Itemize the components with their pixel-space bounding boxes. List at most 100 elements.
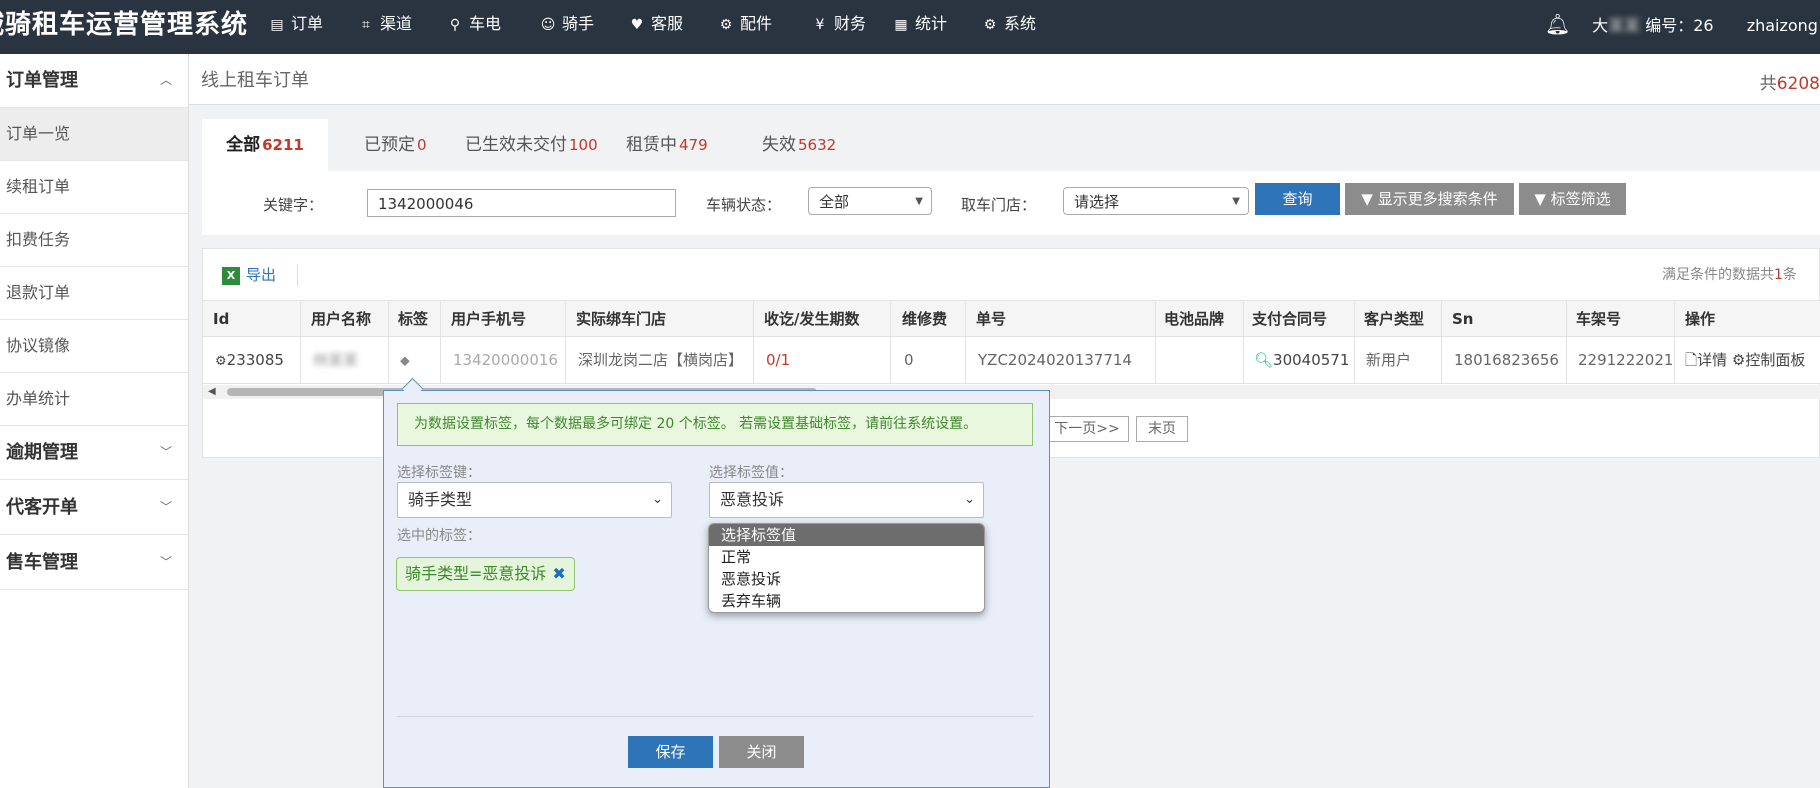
sidebar-group-overdue[interactable]: 逾期管理 ﹀ [0,426,188,480]
tab-all[interactable]: 全部 6211 [202,119,328,171]
keyword-input[interactable]: 1342000046 [367,189,676,217]
export-button[interactable]: X 导出 [222,263,276,287]
nav-statistics[interactable]: ▦ 统计 [892,0,947,50]
page-title: 线上租车订单 [201,70,309,91]
nav-finance[interactable]: ¥ 财务 [811,0,866,50]
chevron-down-icon: ﹀ [159,555,172,569]
caret-down-icon: ▼ [915,196,923,207]
more-search-button[interactable]: ▼ 显示更多搜索条件 [1345,183,1514,215]
cell-actions: 🗋︎详情 ⚙控制面板 [1685,338,1820,383]
tag-key-select[interactable]: 骑手类型 ⌄ [397,482,672,518]
gear-icon: ⚙ [983,17,997,33]
col-divider [890,300,891,384]
sidebar-group-orders[interactable]: 订单管理 ︿ [0,54,188,108]
cogs-icon: ⚙ [215,354,227,369]
tag-value-dropdown: 选择标签值 正常 恶意投诉 丢弃车辆 [708,523,985,613]
nav-parts[interactable]: ⚙ 配件 [717,0,772,50]
dropdown-option[interactable]: 丢弃车辆 [709,590,984,612]
cell-contract-no[interactable]: 🔍︎30040571 [1254,338,1349,383]
col-header-customer-type[interactable]: 客户类型 [1364,301,1424,337]
col-header-sn[interactable]: Sn [1452,301,1473,337]
dropdown-option[interactable]: 选择标签值 [709,524,984,546]
chevron-down-icon: ⌄ [652,492,663,507]
user-id-label: 编号：26 [1645,16,1714,35]
yen-icon: ¥ [815,17,825,33]
search-icon: 🔍︎ [1254,351,1274,369]
excel-icon: X [222,266,240,285]
query-button[interactable]: 查询 [1255,183,1340,215]
bell-icon[interactable]: 🔔︎ [1545,0,1570,48]
save-button[interactable]: 保存 [628,736,713,768]
sidebar-item-order-list[interactable]: 订单一览 [0,108,188,161]
col-header-repair-fee[interactable]: 维修费 [902,301,947,337]
sidebar-item-refund-orders[interactable]: 退款订单 [0,267,188,320]
dropdown-option[interactable]: 恶意投诉 [709,568,984,590]
vehicle-status-select[interactable]: 全部 ▼ [808,187,932,215]
sidebar-item-order-stats[interactable]: 办单统计 [0,373,188,426]
tab-renting[interactable]: 租赁中 479 [626,119,708,171]
col-divider [1441,300,1442,384]
col-header-battery-brand[interactable]: 电池品牌 [1164,301,1224,337]
detail-link[interactable]: 🗋︎详情 [1685,351,1727,369]
nav-vehicles[interactable]: ⚲ 车电 [446,0,501,50]
cell-user-name: 林某某 [313,351,359,369]
sidebar-item-renewal-orders[interactable]: 续租订单 [0,161,188,214]
col-header-order-no[interactable]: 单号 [976,301,1006,337]
nav-system[interactable]: ⚙ 系统 [981,0,1036,50]
username-menu[interactable]: zhaizong [1747,16,1818,35]
col-divider [388,300,389,384]
cell-sn: 18016823656 [1454,351,1559,369]
tag-value-select[interactable]: 恶意投诉 ⌄ [709,482,984,518]
nav-orders[interactable]: ▤ 订单 [268,0,323,50]
col-header-tag[interactable]: 标签 [398,301,428,337]
list-alt-icon: ▤ [270,17,284,33]
col-header-frame-no[interactable]: 车架号 [1576,301,1621,337]
cell-order-no: YZC2024020137714 [978,351,1132,369]
col-header-contract-no[interactable]: 支付合同号 [1252,301,1327,337]
col-header-id[interactable]: Id [213,301,229,337]
nav-channels[interactable]: ⌗ 渠道 [357,0,412,50]
dropdown-option[interactable]: 正常 [709,546,984,568]
tab-effective-undelivered[interactable]: 已生效未交付 100 [465,119,598,171]
heart-icon: ♥ [630,17,644,33]
sidebar-group-vehicle-sales[interactable]: 售车管理 ﹀ [0,536,188,590]
tag-icon[interactable]: ⬥ [400,353,410,369]
col-header-store[interactable]: 实际绑车门店 [576,301,666,337]
selected-tag-chip: 骑手类型=恶意投诉 ✖ [396,557,575,591]
col-header-actions[interactable]: 操作 [1685,301,1715,337]
app-brand: 诚骑租车运营管理系统 [0,10,249,40]
col-divider [1354,300,1355,384]
store-label: 取车门店： [961,196,1037,214]
user-name-label: 大 [1592,16,1609,35]
cell-tag[interactable]: ⬥ [400,338,410,383]
nav-riders[interactable]: ☺ 骑手 [539,0,594,50]
control-panel-link[interactable]: ⚙控制面板 [1732,351,1805,369]
scroll-left-icon[interactable]: ◀ [208,385,216,399]
last-page-button[interactable]: 末页 [1136,416,1188,442]
cell-repair-fee: 0 [904,351,914,369]
result-count: 满足条件的数据共1条 [1662,267,1797,283]
cell-id[interactable]: ⚙233085 [215,338,284,383]
sidebar-group-proxy-order[interactable]: 代客开单 ﹀ [0,481,188,535]
file-icon: 🗋︎ [1685,351,1698,369]
sidebar-item-agreement-mirror[interactable]: 协议镜像 [0,320,188,373]
chevron-down-icon: ⌄ [964,492,975,507]
remove-tag-icon[interactable]: ✖ [552,564,565,583]
close-button[interactable]: 关闭 [719,736,804,768]
vehicle-status-label: 车辆状态： [706,196,782,214]
top-navbar: 诚骑租车运营管理系统 ▤ 订单 ⌗ 渠道 ⚲ 车电 ☺ 骑手 ♥ 客服 ⚙ 配件 ¥ 财务 ▦… [0,0,1820,54]
cell-phone: 13420000016 [453,351,558,369]
tag-filter-button[interactable]: ▼ 标签筛选 [1519,183,1626,215]
sidebar-item-deduction-tasks[interactable]: 扣费任务 [0,214,188,267]
col-divider [565,300,566,384]
col-header-phone[interactable]: 用户手机号 [451,301,526,337]
tab-reserved[interactable]: 已预定 0 [364,119,427,171]
nav-customer-service[interactable]: ♥ 客服 [628,0,683,50]
store-select[interactable]: 请选择 ▼ [1063,187,1249,215]
col-header-periods[interactable]: 收讫/发生期数 [764,301,859,337]
tag-key-label: 选择标签键： [397,465,481,481]
col-header-user-name[interactable]: 用户名称 [311,301,371,337]
tab-invalid[interactable]: 失效 5632 [762,119,836,171]
sitemap-icon: ⌗ [362,17,370,33]
next-page-button[interactable]: 下一页>> [1045,416,1129,442]
